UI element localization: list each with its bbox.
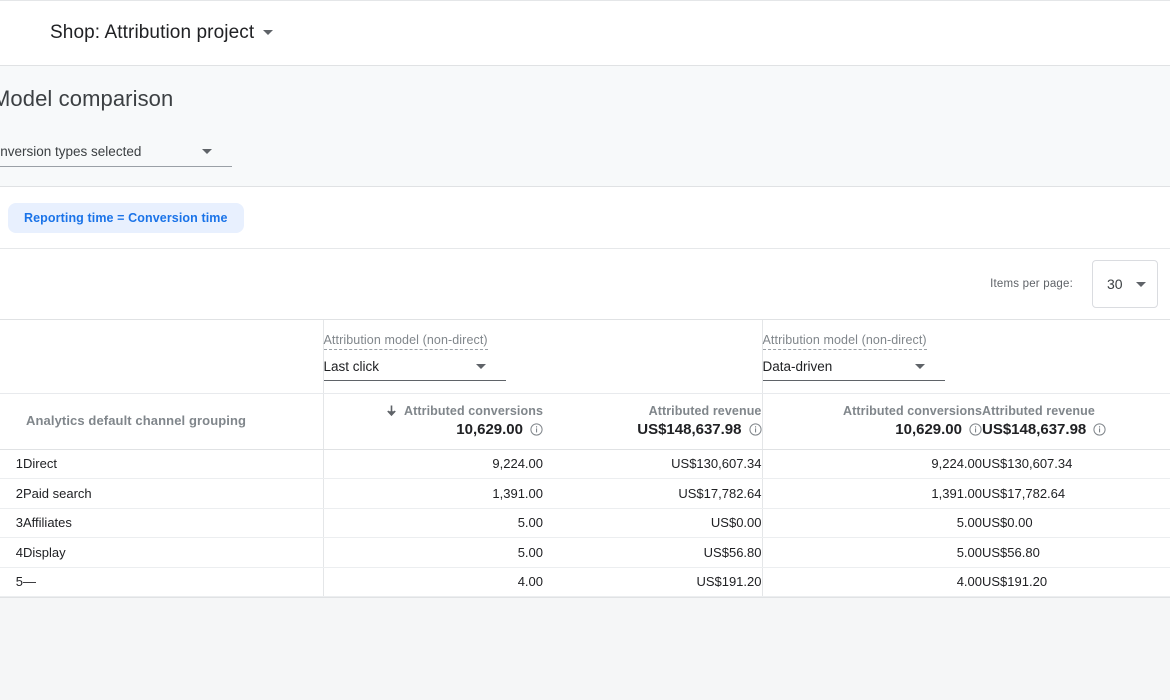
model-header-spacer [0,320,324,394]
cell-last-click-revenue: US$130,607.34 [543,449,763,479]
header-data-driven-conversions[interactable]: Attributed conversions 10,629.00 [762,393,983,450]
attribution-model-value-0: Last click [323,359,380,375]
metric-label: Attributed revenue [982,403,1095,418]
cell-data-driven-revenue: US$191.20 [982,567,1170,597]
chevron-down-icon[interactable] [914,364,925,370]
metric-total: US$148,637.98 [982,420,1170,440]
project-selector[interactable]: Shop: Attribution project [50,22,274,44]
items-per-page-value: 30 [1107,276,1123,292]
table-row[interactable]: 2 Paid search 1,391.00 US$17,782.64 1,39… [0,478,1170,509]
table-row[interactable]: 3 Affiliates 5.00 US$0.00 5.00 US$0.00 [0,508,1170,538]
metric-label: Attributed conversions [842,403,982,418]
page-title: Shop: Attribution project [50,22,255,43]
cell-data-driven-conversions: 5.00 [762,537,982,568]
cell-data-driven-revenue: US$17,782.64 [982,478,1170,509]
cell-last-click-revenue: US$191.20 [543,567,763,597]
row-channel: Display [23,537,324,568]
cell-last-click-conversions: 5.00 [323,537,543,568]
filter-chip-row: Reporting time = Conversion time [0,187,1170,249]
row-index: 4 [0,537,23,568]
metric-total-text: 10,629.00 [895,420,962,438]
cell-last-click-conversions: 9,224.00 [323,449,543,479]
conversion-types-select[interactable]: conversion types selected [0,144,232,167]
page-bottom-filler [0,598,1170,666]
metric-name-text: Attributed conversions [403,403,543,418]
controls-band: Model comparison conversion types select… [0,66,1170,187]
row-index: 3 [0,508,23,538]
info-icon[interactable] [1093,422,1106,442]
model-group-1-dimension-label: Attribution model (non-direct) [762,333,927,351]
model-selector-header-row: Attribution model (non-direct) Last clic… [0,320,1170,394]
info-icon[interactable] [530,422,543,442]
chip-reporting-time[interactable]: Reporting time = Conversion time [8,202,244,233]
comparison-table-container: Attribution model (non-direct) Last clic… [0,319,1170,598]
chevron-down-icon[interactable] [475,364,486,370]
cell-data-driven-revenue: US$0.00 [982,508,1170,538]
row-channel: — [23,567,324,597]
dimension-column-header[interactable]: Analytics default channel grouping [0,393,324,450]
items-per-page-label: Items per page: [990,278,1073,290]
metric-label: Attributed revenue [648,403,762,418]
items-per-page-select[interactable]: 30 [1092,260,1158,308]
table-row[interactable]: 5 — 4.00 US$191.20 4.00 US$191.20 [0,567,1170,597]
cell-data-driven-conversions: 4.00 [762,567,982,597]
chevron-down-icon[interactable] [1135,281,1146,287]
row-index: 1 [0,449,23,479]
conversion-types-value: conversion types selected [0,144,142,159]
cell-last-click-revenue: US$56.80 [543,537,763,568]
model-group-data-driven: Attribution model (non-direct) Data-driv… [762,320,1170,394]
info-icon[interactable] [748,422,762,442]
cell-data-driven-revenue: US$130,607.34 [982,449,1170,479]
row-index: 5 [0,567,23,597]
model-comparison-table: Attribution model (non-direct) Last clic… [0,320,1170,597]
attribution-model-select-1[interactable]: Data-driven [762,359,945,382]
report-heading: Model comparison [0,86,174,111]
header-data-driven-revenue[interactable]: Attributed revenue US$148,637.98 [982,393,1170,450]
metric-total-text: 10,629.00 [456,420,523,438]
header-last-click-conversions[interactable]: Attributed conversions 10,629.00 [323,393,544,450]
cell-last-click-conversions: 5.00 [323,508,543,538]
metric-total-text: US$148,637.98 [982,420,1087,438]
metric-total: 10,629.00 [763,420,983,440]
cell-last-click-revenue: US$0.00 [543,508,763,538]
info-icon[interactable] [969,422,982,442]
metric-label: Attributed conversions [324,403,544,419]
chevron-down-icon[interactable] [263,30,274,36]
cell-last-click-revenue: US$17,782.64 [543,478,763,509]
cell-data-driven-conversions: 5.00 [762,508,982,538]
attribution-model-value-1: Data-driven [762,359,833,375]
header-last-click-revenue[interactable]: Attributed revenue US$148,637.98 [543,393,763,450]
attribution-model-select-0[interactable]: Last click [323,359,506,382]
metric-total-text: US$148,637.98 [637,420,742,438]
dimension-column-label: Analytics default channel grouping [26,413,247,428]
table-row[interactable]: 1 Direct 9,224.00 US$130,607.34 9,224.00… [0,449,1170,479]
chevron-down-icon[interactable] [202,149,212,154]
model-group-last-click: Attribution model (non-direct) Last clic… [323,320,763,394]
attribution-model-comparison-page: Shop: Attribution project Model comparis… [0,0,1170,700]
pagination-row: Items per page: 30 [0,249,1170,319]
row-channel: Direct [23,449,324,479]
metric-header-row: Analytics default channel grouping Attri… [0,393,1170,450]
cell-last-click-conversions: 1,391.00 [323,478,543,509]
cell-last-click-conversions: 4.00 [323,567,543,597]
metric-total: US$148,637.98 [543,420,762,440]
cell-data-driven-revenue: US$56.80 [982,537,1170,568]
table-row[interactable]: 4 Display 5.00 US$56.80 5.00 US$56.80 [0,537,1170,568]
top-title-bar: Shop: Attribution project [0,0,1170,66]
cell-data-driven-conversions: 9,224.00 [762,449,982,479]
row-channel: Affiliates [23,508,324,538]
row-channel: Paid search [23,478,324,509]
row-index: 2 [0,478,23,509]
metric-total: 10,629.00 [324,420,544,440]
model-group-0-dimension-label: Attribution model (non-direct) [323,333,488,351]
cell-data-driven-conversions: 1,391.00 [762,478,982,509]
arrow-down-icon [386,405,397,421]
